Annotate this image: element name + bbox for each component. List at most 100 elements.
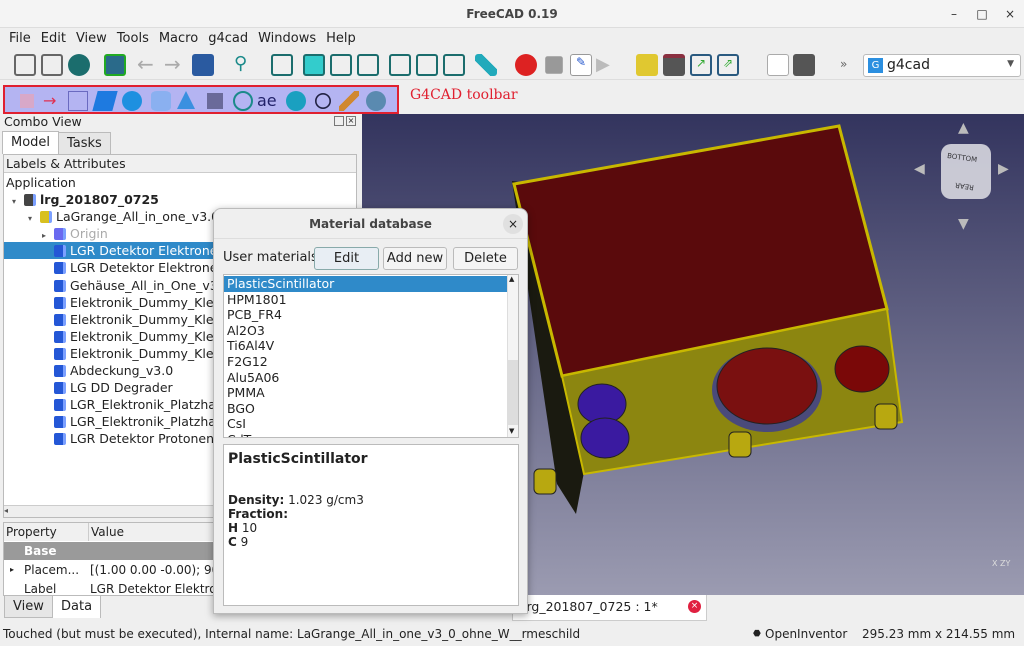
tree-item[interactable]: ▾ lrg_201807_0725 xyxy=(4,191,356,208)
tab-model[interactable]: Model xyxy=(2,131,60,154)
material-item[interactable]: Alu5A06 xyxy=(224,370,507,386)
sphere-icon[interactable] xyxy=(122,91,142,111)
group-icon[interactable] xyxy=(663,54,685,76)
zoom-icon[interactable]: ⚲ xyxy=(234,54,256,76)
edit-button[interactable]: Edit xyxy=(314,247,379,270)
box-icon[interactable] xyxy=(92,91,118,111)
list-scrollbar[interactable]: ▲ ▼ xyxy=(507,275,518,437)
fit-all-icon[interactable] xyxy=(14,54,36,76)
delete-button[interactable]: Delete xyxy=(453,247,518,270)
edit-macro-icon[interactable]: ✎ xyxy=(570,54,592,76)
material-item[interactable]: Al2O3 xyxy=(224,323,507,339)
material-item[interactable]: Ti6Al4V xyxy=(224,338,507,354)
fit-selection-icon[interactable] xyxy=(41,54,63,76)
mounting-tab xyxy=(728,431,752,458)
toolbar-overflow[interactable]: » xyxy=(840,57,847,71)
expand-icon[interactable]: ▸ xyxy=(10,561,14,579)
document-icon[interactable] xyxy=(793,54,815,76)
rear-view-icon[interactable] xyxy=(389,54,411,76)
bounding-box-icon[interactable] xyxy=(104,54,126,76)
navigation-cube[interactable]: BOTTOM REAR xyxy=(941,144,991,199)
tab-view[interactable]: View xyxy=(4,596,53,618)
tab-data[interactable]: Data xyxy=(52,596,102,618)
cylinder-icon[interactable] xyxy=(151,91,171,111)
menu-help[interactable]: Help xyxy=(321,28,361,50)
polycone-icon[interactable] xyxy=(207,93,223,109)
hide-icon[interactable] xyxy=(286,91,306,111)
tessellated-icon[interactable] xyxy=(233,91,253,111)
menu-macro[interactable]: Macro xyxy=(154,28,203,50)
material-item[interactable]: CdTe xyxy=(224,432,507,437)
menu-file[interactable]: File xyxy=(4,28,36,50)
material-item[interactable]: PMMA xyxy=(224,385,507,401)
material-item[interactable]: F2G12 xyxy=(224,354,507,370)
property-header: Property xyxy=(6,525,57,539)
menu-view[interactable]: View xyxy=(71,28,112,50)
left-view-icon[interactable] xyxy=(443,54,465,76)
menu-windows[interactable]: Windows xyxy=(253,28,321,50)
float-icon[interactable] xyxy=(334,116,344,126)
new-document-icon[interactable] xyxy=(767,54,789,76)
menu-edit[interactable]: Edit xyxy=(36,28,71,50)
scroll-up-icon[interactable]: ▲ xyxy=(509,275,514,283)
close-tab-icon[interactable]: × xyxy=(688,600,701,613)
mounting-tab xyxy=(874,403,898,430)
workbench-selected: g4cad xyxy=(887,57,930,73)
link-icon[interactable]: ↗ xyxy=(690,54,712,76)
box-wire-icon[interactable] xyxy=(68,91,88,111)
scrollbar-thumb[interactable] xyxy=(508,360,518,425)
right-view-icon[interactable] xyxy=(357,54,379,76)
ae-icon[interactable]: ae xyxy=(257,91,283,111)
cone-icon[interactable] xyxy=(177,91,195,109)
materials-list[interactable]: PlasticScintillator HPM1801 PCB_FR4 Al2O3 Ti… xyxy=(223,274,519,438)
material-item[interactable]: PCB_FR4 xyxy=(224,307,507,323)
menu-bar: File Edit View Tools Macro g4cad Windows… xyxy=(0,28,1024,50)
ruler-icon[interactable] xyxy=(339,91,359,111)
close-icon[interactable]: × xyxy=(346,116,356,126)
document-tab[interactable]: lrg_201807_0725 : 1* × xyxy=(512,595,707,621)
axis-cross: X ZY xyxy=(992,559,1011,568)
export-icon[interactable]: → xyxy=(43,91,63,111)
title-bar: FreeCAD 0.19 – □ × xyxy=(0,0,1024,28)
material-item[interactable]: BGO xyxy=(224,401,507,417)
isometric-view-icon[interactable] xyxy=(271,54,293,76)
maximize-button[interactable]: □ xyxy=(972,4,992,24)
draw-style-icon[interactable] xyxy=(68,54,90,76)
minimize-button[interactable]: – xyxy=(944,4,964,24)
rotate-down-arrow-icon[interactable]: ▼ xyxy=(958,216,969,232)
add-new-button[interactable]: Add new xyxy=(383,247,447,270)
close-window-button[interactable]: × xyxy=(1000,4,1020,24)
run-macro-icon[interactable]: ▶ xyxy=(596,54,618,76)
dimensions: 295.23 mm x 214.55 mm xyxy=(862,627,1016,641)
material-item[interactable]: PlasticScintillator xyxy=(224,276,507,292)
stop-macro-icon[interactable] xyxy=(545,56,563,74)
menu-tools[interactable]: Tools xyxy=(112,28,154,50)
inspect-icon[interactable] xyxy=(315,93,331,109)
navigation-style[interactable]: OpenInventor xyxy=(765,622,847,646)
tree-root[interactable]: Application xyxy=(4,174,356,191)
scroll-down-icon[interactable]: ▼ xyxy=(509,427,514,435)
rotate-left-arrow-icon[interactable]: ◀ xyxy=(914,161,925,177)
material-item[interactable]: HPM1801 xyxy=(224,292,507,308)
dialog-close-button[interactable]: × xyxy=(503,214,523,234)
workbench-link-icon[interactable] xyxy=(192,54,214,76)
forward-icon[interactable]: → xyxy=(164,54,186,76)
material-name: PlasticScintillator xyxy=(228,451,368,467)
link-actions-icon[interactable]: ⇗ xyxy=(717,54,739,76)
import-icon[interactable] xyxy=(20,94,34,108)
back-icon[interactable]: ← xyxy=(137,54,159,76)
bottom-view-icon[interactable] xyxy=(416,54,438,76)
measure-icon[interactable] xyxy=(475,54,497,76)
record-macro-icon[interactable] xyxy=(515,54,537,76)
g4cad-toolbar: → ae xyxy=(3,85,399,114)
tab-tasks[interactable]: Tasks xyxy=(58,132,111,154)
part-icon[interactable] xyxy=(636,54,658,76)
front-view-icon[interactable] xyxy=(303,54,325,76)
menu-g4cad[interactable]: g4cad xyxy=(203,28,253,50)
material-database-icon[interactable] xyxy=(366,91,386,111)
rotate-right-arrow-icon[interactable]: ▶ xyxy=(998,161,1009,177)
workbench-selector[interactable]: G g4cad ▼ xyxy=(863,54,1021,77)
rotate-up-arrow-icon[interactable]: ▲ xyxy=(958,120,969,136)
material-item[interactable]: CsI xyxy=(224,416,507,432)
top-view-icon[interactable] xyxy=(330,54,352,76)
